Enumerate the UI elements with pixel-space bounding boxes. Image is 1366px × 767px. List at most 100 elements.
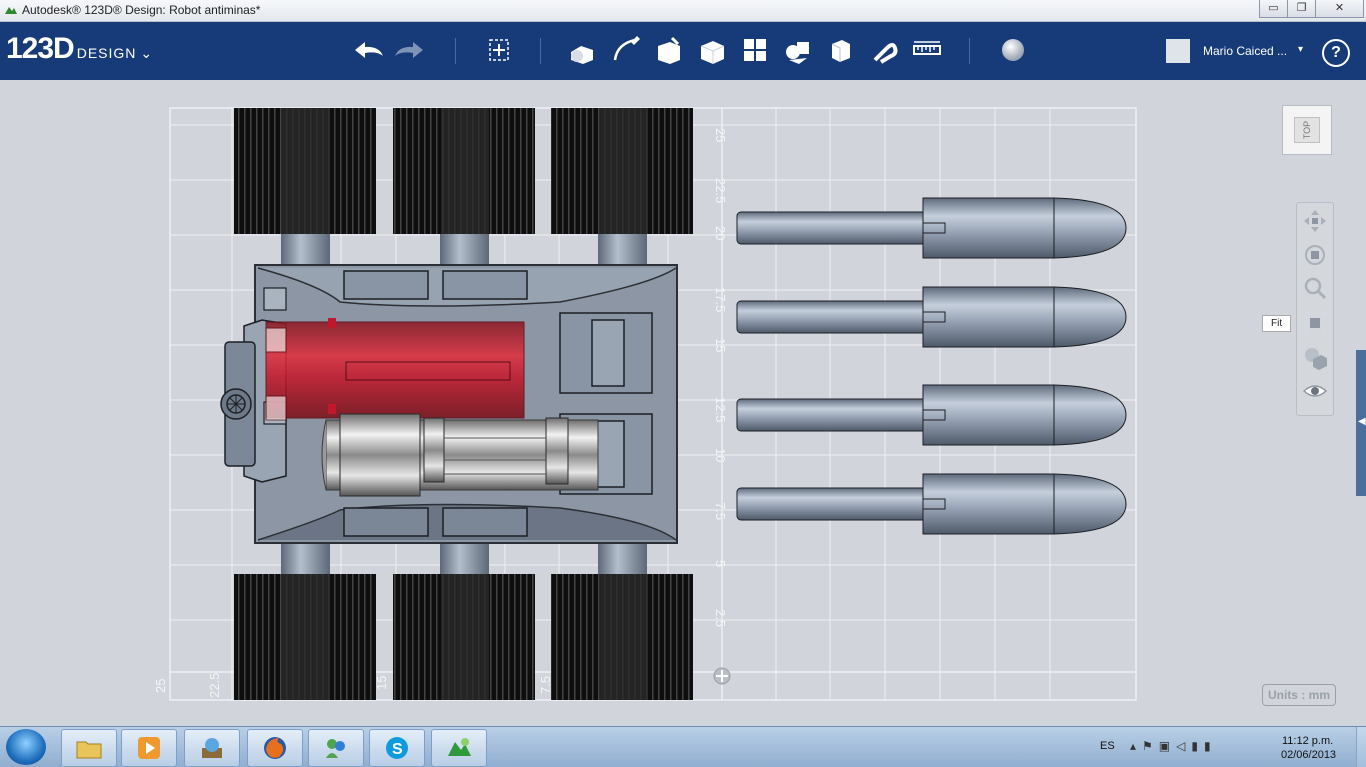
123d-design-icon — [448, 738, 471, 756]
transform-button[interactable] — [480, 32, 518, 68]
user-menu-caret-icon[interactable]: ▾ — [1298, 44, 1303, 55]
start-button[interactable] — [6, 729, 46, 765]
primitives-button[interactable] — [563, 32, 601, 68]
robot-body[interactable] — [220, 264, 678, 544]
minimize-button[interactable]: ▭ — [1259, 0, 1288, 18]
material-icon — [1002, 39, 1024, 61]
chevron-left-icon: ◀ — [1358, 416, 1366, 427]
user-name[interactable]: Mario Caiced ... — [1203, 44, 1287, 58]
orbit-icon[interactable] — [1301, 241, 1329, 269]
language-indicator[interactable]: ES — [1100, 740, 1115, 752]
pattern-icon — [744, 39, 766, 61]
redo-icon — [395, 42, 423, 58]
maximize-button[interactable]: ❐ — [1287, 0, 1316, 18]
system-tray-icons[interactable]: ▴⚑▣◁▮▮ — [1130, 739, 1217, 753]
projectiles[interactable] — [736, 197, 1127, 535]
app-menu-button[interactable]: 123D DESIGN ⌄ — [6, 32, 152, 66]
taskbar-desktop-gadget[interactable] — [184, 729, 240, 767]
axis-label: 22.5 — [713, 178, 728, 203]
origin-marker — [713, 667, 731, 685]
projectile — [736, 197, 1127, 259]
axis-labels-vertical: 25 22.5 20 17.5 15 12.5 10 7.5 5 2.5 — [713, 128, 728, 627]
axis-label: 5 — [713, 560, 728, 567]
axis-label: 10 — [713, 448, 728, 462]
axis-label: 25 — [153, 679, 168, 693]
3d-viewport[interactable]: 25 22.5 20 17.5 15 12.5 10 7.5 5 2.5 25 … — [0, 80, 1366, 726]
axis-label: 22.5 — [207, 673, 222, 698]
axis-label: 2.5 — [713, 609, 728, 627]
logo-sub: DESIGN — [76, 45, 137, 61]
show-desktop-button[interactable] — [1356, 727, 1366, 767]
axis-label: 12.5 — [713, 397, 728, 422]
taskbar-media-player[interactable] — [121, 729, 177, 767]
material-button[interactable] — [994, 32, 1032, 68]
combine-icon — [831, 40, 850, 62]
snap-button[interactable] — [865, 32, 903, 68]
combine-button[interactable] — [822, 32, 860, 68]
transform-icon — [489, 39, 509, 61]
view-cube[interactable]: TOP — [1282, 105, 1332, 155]
messenger-icon — [326, 739, 345, 758]
toolbar-separator — [969, 38, 970, 64]
fit-tooltip: Fit — [1262, 315, 1292, 332]
primitives-icon — [571, 46, 593, 64]
axis-label: 7.5 — [538, 676, 553, 694]
axle — [440, 234, 489, 268]
modify-button[interactable] — [693, 32, 731, 68]
visibility-icon[interactable] — [1301, 377, 1329, 405]
skype-icon: S — [386, 737, 408, 759]
title-bar: Autodesk® 123D® Design: Robot antiminas*… — [0, 0, 1366, 22]
sketch-button[interactable] — [607, 32, 645, 68]
close-button[interactable]: ✕ — [1315, 0, 1364, 18]
fit-icon[interactable] — [1301, 309, 1329, 337]
svg-text:S: S — [392, 741, 403, 758]
taskbar-firefox[interactable] — [247, 729, 303, 767]
axle — [598, 542, 647, 574]
measure-button[interactable] — [908, 32, 946, 68]
zoom-icon[interactable] — [1301, 275, 1329, 303]
axis-label: 20 — [713, 226, 728, 240]
help-button[interactable]: ? — [1322, 39, 1350, 67]
toolbar-separator — [540, 38, 541, 64]
axle — [281, 234, 330, 268]
construct-button[interactable] — [650, 32, 688, 68]
axis-label: 25 — [713, 128, 728, 142]
main-toolbar: 123D DESIGN ⌄ Mario Caiced ... ▾ ? — [0, 22, 1366, 80]
projectile — [736, 384, 1127, 446]
firefox-icon — [264, 737, 286, 759]
measure-icon — [913, 41, 941, 55]
desktop-gadget-icon — [202, 738, 222, 758]
clock-date[interactable]: 02/06/2013 — [1281, 749, 1336, 761]
clock-time[interactable]: 11:12 p.m. — [1282, 735, 1333, 747]
units-button[interactable]: Units : mm — [1262, 684, 1336, 706]
view-cube-face[interactable]: TOP — [1294, 117, 1320, 143]
chevron-down-icon: ⌄ — [140, 45, 153, 61]
taskbar-messenger[interactable] — [308, 729, 364, 767]
sketch-icon — [613, 36, 640, 61]
navigation-bar — [1296, 202, 1334, 416]
axis-label: 17.5 — [713, 287, 728, 312]
undo-icon — [355, 42, 383, 58]
pan-icon[interactable] — [1301, 207, 1329, 235]
taskbar-skype[interactable]: S — [369, 729, 425, 767]
windows-taskbar: S ES ▴⚑▣◁▮▮ 11:12 p.m. 02/06/2013 — [0, 726, 1366, 767]
logo-main: 123D — [6, 32, 75, 65]
grouping-button[interactable] — [779, 32, 817, 68]
app-icon — [5, 7, 17, 14]
undo-button[interactable] — [349, 32, 387, 68]
axis-label: 7.5 — [713, 502, 728, 520]
redo-button[interactable] — [391, 32, 429, 68]
axis-label: 15 — [374, 676, 389, 690]
view-mode-icon[interactable] — [1301, 343, 1329, 371]
window-title: Autodesk® 123D® Design: Robot antiminas* — [22, 3, 261, 17]
media-player-icon — [138, 737, 160, 759]
side-panel-toggle[interactable]: ◀ — [1356, 350, 1366, 496]
taskbar-123d-design[interactable] — [431, 729, 487, 767]
taskbar-explorer[interactable] — [61, 729, 117, 767]
user-avatar[interactable] — [1166, 39, 1190, 63]
construct-icon — [658, 36, 680, 64]
snap-icon — [873, 43, 898, 64]
pattern-button[interactable] — [736, 32, 774, 68]
scene-canvas[interactable]: 25 22.5 20 17.5 15 12.5 10 7.5 5 2.5 25 … — [0, 80, 1366, 726]
axle — [440, 542, 489, 574]
